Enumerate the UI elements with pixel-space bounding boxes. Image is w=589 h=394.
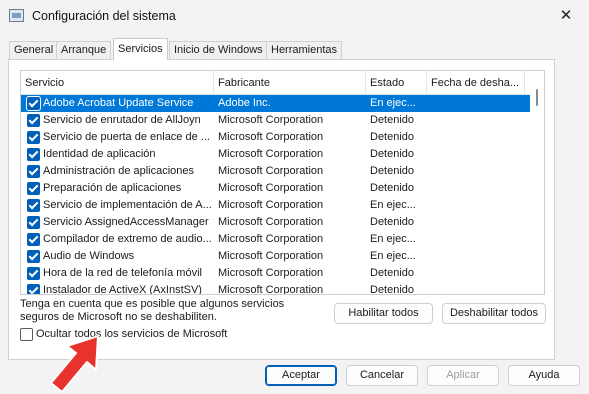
service-status: En ejec... (370, 97, 416, 109)
service-status: Detenido (370, 148, 415, 160)
table-row[interactable]: Servicio de implementación de A... Micros… (21, 197, 530, 214)
vertical-scrollbar[interactable] (530, 71, 544, 294)
service-manufacturer: Microsoft Corporation (218, 114, 324, 126)
hide-microsoft-checkbox[interactable] (20, 328, 33, 341)
service-status: Detenido (370, 182, 415, 194)
note-line-2: seguros de Microsoft no se deshabiliten. (20, 311, 217, 323)
help-button[interactable]: Ayuda (508, 365, 580, 386)
table-row[interactable]: Hora de la red de telefonía móvil Microso… (21, 265, 530, 282)
service-checkbox[interactable] (27, 114, 40, 127)
service-status: En ejec... (370, 250, 416, 262)
service-name: Servicio AssignedAccessManager (43, 216, 209, 228)
tab-arranque[interactable]: Arranque (56, 41, 112, 59)
service-name: Servicio de implementación de A... (43, 199, 212, 211)
service-name: Hora de la red de telefonía móvil (43, 267, 202, 279)
table-row[interactable]: Identidad de aplicación Microsoft Corpora… (21, 146, 530, 163)
service-name: Preparación de aplicaciones (43, 182, 182, 194)
table-row[interactable]: Administración de aplicaciones Microsoft … (21, 163, 530, 180)
table-row[interactable]: Servicio AssignedAccessManager Microsoft … (21, 214, 530, 231)
service-status: Detenido (370, 284, 415, 295)
note-line-1: Tenga en cuenta que es posible que algun… (20, 298, 285, 310)
table-row[interactable]: Servicio de puerta de enlace de ... Micro… (21, 129, 530, 146)
scrollbar-thumb[interactable] (536, 89, 538, 106)
table-row[interactable]: Instalador de ActiveX (AxInstSV) Microsof… (21, 282, 530, 295)
service-status: Detenido (370, 131, 415, 143)
accept-button[interactable]: Aceptar (265, 365, 337, 386)
list-header: Servicio Fabricante Estado Fecha de desh… (21, 71, 541, 95)
service-name: Adobe Acrobat Update Service (43, 97, 194, 109)
table-row[interactable]: Audio de Windows Microsoft Corporation En … (21, 248, 530, 265)
apply-button[interactable]: Aplicar (427, 365, 499, 386)
service-manufacturer: Microsoft Corporation (218, 216, 324, 228)
service-manufacturer: Microsoft Corporation (218, 199, 324, 211)
tab-general[interactable]: General (9, 41, 59, 59)
tab-inicio-de-windows[interactable]: Inicio de Windows (169, 41, 268, 59)
service-checkbox[interactable] (26, 96, 41, 111)
service-checkbox[interactable] (27, 284, 40, 294)
service-manufacturer: Microsoft Corporation (218, 233, 324, 245)
tab-servicios[interactable]: Servicios (113, 38, 168, 60)
service-name: Compilador de extremo de audio... (43, 233, 212, 245)
table-row[interactable]: Compilador de extremo de audio... Microso… (21, 231, 530, 248)
service-name: Identidad de aplicación (43, 148, 156, 160)
cancel-button[interactable]: Cancelar (346, 365, 418, 386)
close-icon[interactable]: ✕ (543, 0, 589, 32)
service-checkbox[interactable] (27, 148, 40, 161)
service-status: Detenido (370, 267, 415, 279)
service-manufacturer: Microsoft Corporation (218, 182, 324, 194)
service-checkbox[interactable] (27, 199, 40, 212)
enable-all-button[interactable]: Habilitar todos (334, 303, 433, 324)
service-name: Instalador de ActiveX (AxInstSV) (43, 284, 202, 295)
service-checkbox[interactable] (27, 267, 40, 280)
service-manufacturer: Microsoft Corporation (218, 250, 324, 262)
title-bar: Configuración del sistema ✕ (0, 0, 589, 32)
service-name: Audio de Windows (43, 250, 135, 262)
services-panel: Servicio Fabricante Estado Fecha de desh… (8, 59, 555, 360)
service-status: En ejec... (370, 199, 416, 211)
services-note: Tenga en cuenta que es posible que algun… (20, 298, 320, 324)
disable-all-button[interactable]: Deshabilitar todos (442, 303, 546, 324)
service-status: Detenido (370, 165, 415, 177)
service-status: Detenido (370, 114, 415, 126)
column-header-fecha[interactable]: Fecha de desha... (427, 71, 525, 95)
service-status: Detenido (370, 216, 415, 228)
table-row[interactable]: Preparación de aplicaciones Microsoft Cor… (21, 180, 530, 197)
msconfig-icon (9, 9, 24, 22)
service-manufacturer: Adobe Inc. (218, 97, 271, 109)
service-checkbox[interactable] (27, 131, 40, 144)
service-manufacturer: Microsoft Corporation (218, 131, 324, 143)
service-manufacturer: Microsoft Corporation (218, 165, 324, 177)
service-name: Servicio de enrutador de AllJoyn (43, 114, 201, 126)
table-row[interactable]: Servicio de enrutador de AllJoyn Microsof… (21, 112, 530, 129)
service-checkbox[interactable] (27, 182, 40, 195)
table-row[interactable]: Adobe Acrobat Update Service Adobe Inc. En… (21, 95, 530, 112)
service-checkbox[interactable] (27, 165, 40, 178)
column-header-estado[interactable]: Estado (366, 71, 427, 95)
service-name: Administración de aplicaciones (43, 165, 195, 177)
service-status: En ejec... (370, 233, 416, 245)
column-header-fabricante[interactable]: Fabricante (214, 71, 366, 95)
service-checkbox[interactable] (27, 216, 40, 229)
tab-herramientas[interactable]: Herramientas (266, 41, 343, 59)
red-arrow-icon (50, 336, 99, 393)
column-header-servicio[interactable]: Servicio (21, 71, 214, 95)
service-manufacturer: Microsoft Corporation (218, 148, 324, 160)
service-name: Servicio de puerta de enlace de ... (43, 131, 210, 143)
service-manufacturer: Microsoft Corporation (218, 267, 324, 279)
services-list[interactable]: Servicio Fabricante Estado Fecha de desh… (20, 70, 545, 295)
service-checkbox[interactable] (27, 250, 40, 263)
service-rows: Adobe Acrobat Update Service Adobe Inc. En… (21, 95, 530, 295)
service-manufacturer: Microsoft Corporation (218, 284, 324, 295)
window-title: Configuración del sistema (32, 9, 176, 23)
service-checkbox[interactable] (27, 233, 40, 246)
